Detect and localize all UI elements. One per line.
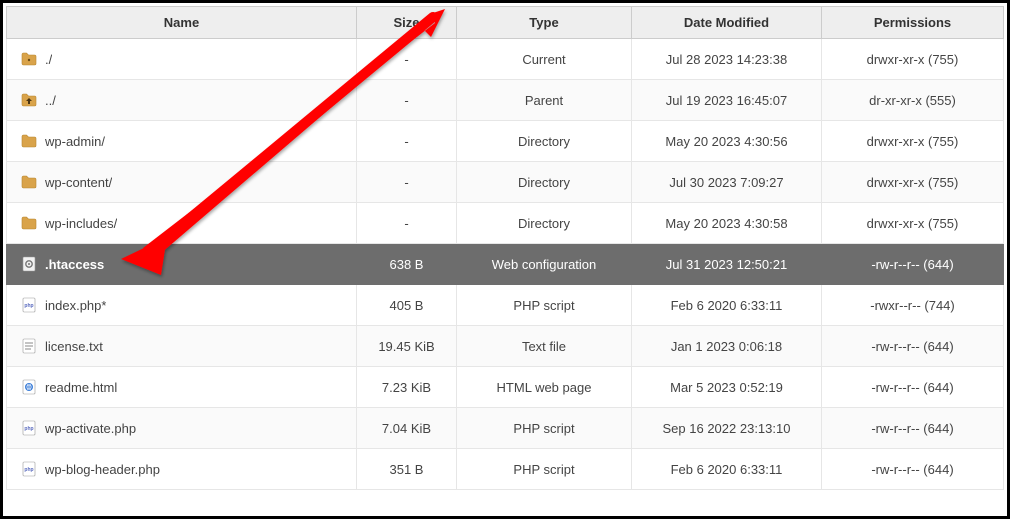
- cell-type: Current: [457, 39, 632, 80]
- table-row[interactable]: php wp-activate.php 7.04 KiBPHP scriptSep …: [7, 408, 1004, 449]
- php-icon: php: [21, 420, 37, 436]
- cell-size: -: [357, 203, 457, 244]
- col-header-name[interactable]: Name: [7, 7, 357, 39]
- cell-date: Jul 28 2023 14:23:38: [632, 39, 822, 80]
- cell-name[interactable]: license.txt: [7, 326, 357, 367]
- folder-icon: [21, 174, 37, 190]
- cell-size: -: [357, 39, 457, 80]
- cell-size: 7.23 KiB: [357, 367, 457, 408]
- cell-name[interactable]: php index.php*: [7, 285, 357, 326]
- cell-type: PHP script: [457, 408, 632, 449]
- folder-dot-icon: [21, 51, 37, 67]
- cell-type: Parent: [457, 80, 632, 121]
- cell-size: 7.04 KiB: [357, 408, 457, 449]
- folder-up-icon: [21, 92, 37, 108]
- svg-text:php: php: [24, 426, 33, 432]
- cell-size: 351 B: [357, 449, 457, 490]
- cell-name[interactable]: wp-includes/: [7, 203, 357, 244]
- file-name: ./: [45, 52, 52, 67]
- gear-file-icon: [21, 256, 37, 272]
- cell-perm: -rw-r--r-- (644): [822, 367, 1004, 408]
- table-row[interactable]: ./ -CurrentJul 28 2023 14:23:38drwxr-xr-x…: [7, 39, 1004, 80]
- file-table: Name Size Type Date Modified Permissions…: [6, 6, 1004, 490]
- cell-perm: drwxr-xr-x (755): [822, 121, 1004, 162]
- table-row[interactable]: wp-admin/ -DirectoryMay 20 2023 4:30:56dr…: [7, 121, 1004, 162]
- cell-name[interactable]: .htaccess: [7, 244, 357, 285]
- cell-size: -: [357, 80, 457, 121]
- cell-date: Jul 30 2023 7:09:27: [632, 162, 822, 203]
- file-name: ../: [45, 93, 56, 108]
- cell-date: Sep 16 2022 23:13:10: [632, 408, 822, 449]
- cell-name[interactable]: wp-content/: [7, 162, 357, 203]
- cell-name[interactable]: readme.html: [7, 367, 357, 408]
- cell-date: Mar 5 2023 0:52:19: [632, 367, 822, 408]
- cell-type: Directory: [457, 162, 632, 203]
- col-header-type[interactable]: Type: [457, 7, 632, 39]
- cell-size: 405 B: [357, 285, 457, 326]
- cell-perm: drwxr-xr-x (755): [822, 162, 1004, 203]
- cell-name[interactable]: php wp-blog-header.php: [7, 449, 357, 490]
- cell-size: 638 B: [357, 244, 457, 285]
- file-name: wp-admin/: [45, 134, 105, 149]
- cell-date: May 20 2023 4:30:56: [632, 121, 822, 162]
- cell-date: Jan 1 2023 0:06:18: [632, 326, 822, 367]
- cell-date: Jul 31 2023 12:50:21: [632, 244, 822, 285]
- file-name: wp-activate.php: [45, 421, 136, 436]
- cell-perm: -rw-r--r-- (644): [822, 449, 1004, 490]
- file-name: .htaccess: [45, 257, 104, 272]
- col-header-date[interactable]: Date Modified: [632, 7, 822, 39]
- file-list-viewport[interactable]: Name Size Type Date Modified Permissions…: [6, 6, 1004, 513]
- cell-type: PHP script: [457, 449, 632, 490]
- cell-name[interactable]: php wp-activate.php: [7, 408, 357, 449]
- svg-text:php: php: [24, 303, 33, 309]
- text-icon: [21, 338, 37, 354]
- cell-date: Feb 6 2020 6:33:11: [632, 449, 822, 490]
- cell-type: Text file: [457, 326, 632, 367]
- html-icon: [21, 379, 37, 395]
- file-name: wp-blog-header.php: [45, 462, 160, 477]
- cell-perm: -rwxr--r-- (744): [822, 285, 1004, 326]
- col-header-perm[interactable]: Permissions: [822, 7, 1004, 39]
- cell-type: Directory: [457, 121, 632, 162]
- svg-text:php: php: [24, 467, 33, 473]
- table-header-row: Name Size Type Date Modified Permissions: [7, 7, 1004, 39]
- cell-type: Directory: [457, 203, 632, 244]
- cell-perm: dr-xr-xr-x (555): [822, 80, 1004, 121]
- table-row[interactable]: wp-content/ -DirectoryJul 30 2023 7:09:27…: [7, 162, 1004, 203]
- cell-perm: drwxr-xr-x (755): [822, 39, 1004, 80]
- cell-perm: -rw-r--r-- (644): [822, 244, 1004, 285]
- cell-type: PHP script: [457, 285, 632, 326]
- cell-perm: drwxr-xr-x (755): [822, 203, 1004, 244]
- php-icon: php: [21, 297, 37, 313]
- cell-name[interactable]: ./: [7, 39, 357, 80]
- file-name: wp-content/: [45, 175, 112, 190]
- table-row[interactable]: php index.php* 405 BPHP scriptFeb 6 2020 6…: [7, 285, 1004, 326]
- cell-type: HTML web page: [457, 367, 632, 408]
- cell-date: May 20 2023 4:30:58: [632, 203, 822, 244]
- table-row[interactable]: readme.html 7.23 KiBHTML web pageMar 5 20…: [7, 367, 1004, 408]
- php-icon: php: [21, 461, 37, 477]
- cell-name[interactable]: wp-admin/: [7, 121, 357, 162]
- file-name: wp-includes/: [45, 216, 117, 231]
- folder-icon: [21, 133, 37, 149]
- cell-name[interactable]: ../: [7, 80, 357, 121]
- table-row[interactable]: .htaccess 638 BWeb configurationJul 31 20…: [7, 244, 1004, 285]
- col-header-size[interactable]: Size: [357, 7, 457, 39]
- folder-icon: [21, 215, 37, 231]
- table-row[interactable]: license.txt 19.45 KiBText fileJan 1 2023 …: [7, 326, 1004, 367]
- cell-size: 19.45 KiB: [357, 326, 457, 367]
- cell-date: Feb 6 2020 6:33:11: [632, 285, 822, 326]
- table-row[interactable]: ../ -ParentJul 19 2023 16:45:07dr-xr-xr-x…: [7, 80, 1004, 121]
- file-name: readme.html: [45, 380, 117, 395]
- cell-perm: -rw-r--r-- (644): [822, 326, 1004, 367]
- file-name: index.php*: [45, 298, 106, 313]
- cell-type: Web configuration: [457, 244, 632, 285]
- cell-date: Jul 19 2023 16:45:07: [632, 80, 822, 121]
- file-name: license.txt: [45, 339, 103, 354]
- cell-perm: -rw-r--r-- (644): [822, 408, 1004, 449]
- table-row[interactable]: wp-includes/ -DirectoryMay 20 2023 4:30:5…: [7, 203, 1004, 244]
- cell-size: -: [357, 121, 457, 162]
- table-row[interactable]: php wp-blog-header.php 351 BPHP scriptFeb …: [7, 449, 1004, 490]
- cell-size: -: [357, 162, 457, 203]
